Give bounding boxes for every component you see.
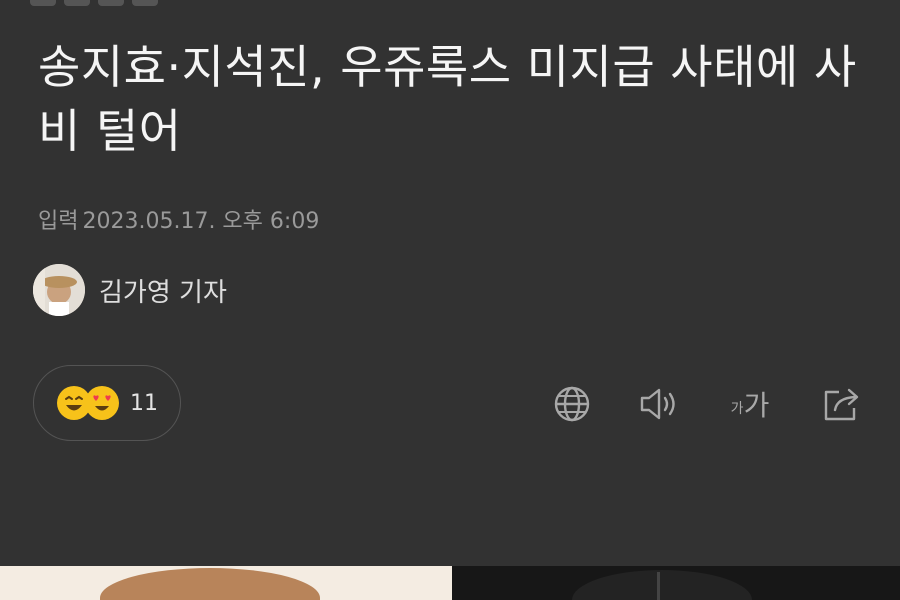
globe-icon <box>554 386 590 422</box>
article-photo-strip <box>0 566 900 600</box>
article-toolbar: 가 가 <box>548 380 868 430</box>
category-chip <box>64 0 90 6</box>
reaction-button[interactable]: 11 <box>33 365 181 441</box>
photo-left-image <box>0 566 452 600</box>
read-aloud-button[interactable] <box>636 380 684 428</box>
share-icon <box>824 388 859 421</box>
top-category-sliver <box>30 0 190 6</box>
author-info[interactable]: 김가영 기자 <box>33 264 227 316</box>
published-label: 입력 <box>38 209 79 234</box>
font-size-large-label: 가 <box>743 389 770 422</box>
font-size-button[interactable]: 가 가 <box>726 380 774 428</box>
heart-eyes-emoji-icon <box>85 386 119 420</box>
avatar-image <box>33 264 85 316</box>
speaker-icon <box>640 388 675 420</box>
category-chip <box>30 0 56 6</box>
category-chip <box>132 0 158 6</box>
reaction-count: 11 <box>130 390 158 416</box>
category-chip <box>98 0 124 6</box>
article-headline: 송지효·지석진, 우쥬록스 미지급 사태에 사비 털어 <box>38 40 857 158</box>
photo-right-image <box>452 566 900 600</box>
translate-button[interactable] <box>548 380 596 428</box>
article-dateline: 입력 2023.05.17. 오후 6:09 <box>38 203 319 235</box>
author-avatar[interactable] <box>33 264 85 316</box>
author-name[interactable]: 김가영 기자 <box>99 272 227 309</box>
font-size-small-label: 가 <box>730 401 744 417</box>
published-time: 2023.05.17. 오후 6:09 <box>82 209 320 234</box>
share-button[interactable] <box>818 380 866 428</box>
